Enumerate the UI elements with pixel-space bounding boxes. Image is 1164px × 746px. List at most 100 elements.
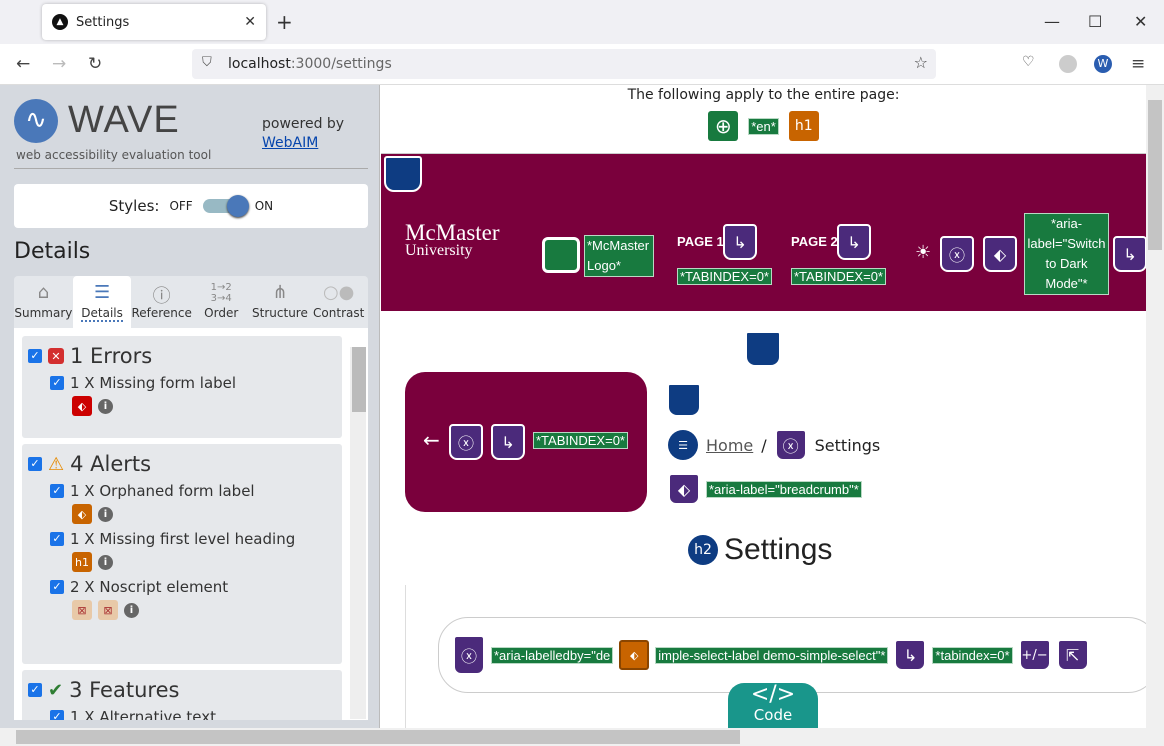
tabindex-label: *tabindex=0*: [932, 646, 1013, 664]
item-checkbox[interactable]: ✓: [50, 580, 64, 594]
button-icon[interactable]: ⓧ: [774, 429, 807, 461]
info-icon[interactable]: i: [98, 554, 113, 570]
button-icon[interactable]: ⓧ: [449, 424, 483, 460]
shield-icon[interactable]: ⛉: [202, 55, 212, 70]
nav-landmark-icon[interactable]: [667, 383, 701, 417]
orphaned-label-icon[interactable]: ⬖: [619, 640, 650, 670]
features-checkbox[interactable]: ✓: [28, 683, 42, 697]
tab-contrast[interactable]: ○● Contrast: [309, 276, 368, 328]
aria-label-icon[interactable]: ⬖: [983, 236, 1017, 272]
image-alt-icon[interactable]: [542, 237, 580, 273]
divider: [405, 585, 406, 728]
info-icon[interactable]: i: [98, 506, 113, 522]
nav-page2-link[interactable]: PAGE 2: [791, 234, 838, 249]
structure-icon: ⋔: [272, 282, 288, 303]
breadcrumb-current: Settings: [814, 435, 881, 455]
h1-missing-icon[interactable]: h1: [72, 552, 92, 572]
back-arrow-icon[interactable]: ←: [423, 428, 440, 452]
features-group: ✓ ✔ 3 Features ✓ 1 X Alternative text: [22, 670, 342, 720]
tab-details[interactable]: ☰ Details: [72, 276, 132, 328]
url-host: localhost: [228, 56, 291, 72]
main-landmark-icon[interactable]: [745, 331, 781, 367]
close-window-button[interactable]: ✕: [1134, 12, 1147, 31]
list-icon: ☰: [94, 282, 111, 303]
item-checkbox[interactable]: ✓: [50, 532, 64, 546]
alerts-title: 4 Alerts: [70, 452, 152, 476]
order-icon: 1→2 3→4: [210, 282, 232, 304]
item-checkbox[interactable]: ✓: [50, 710, 64, 720]
reload-button[interactable]: ↻: [88, 54, 102, 74]
back-button[interactable]: ←: [16, 54, 30, 74]
errors-checkbox[interactable]: ✓: [28, 349, 42, 363]
aria-breadcrumb-label: *aria-label="breadcrumb"*: [706, 481, 862, 498]
h1-missing-icon[interactable]: h1: [788, 111, 819, 141]
mcmaster-logo[interactable]: McMaster University: [405, 221, 500, 260]
menu-icon[interactable]: ≡: [1131, 54, 1145, 74]
nav-page1-link[interactable]: PAGE 1: [677, 234, 724, 249]
code-toggle-button[interactable]: </> Code: [728, 683, 818, 728]
webaim-link[interactable]: WebAIM: [262, 135, 318, 151]
link-icon[interactable]: ↳: [837, 224, 871, 260]
header-landmark-icon[interactable]: [384, 156, 422, 192]
popup-icon[interactable]: ⇱: [1056, 639, 1089, 671]
aria-labelledby-label: *aria-labelledby="de: [491, 646, 614, 664]
orphaned-label-icon[interactable]: ⬖: [72, 504, 92, 524]
url-path: :3000/settings: [290, 56, 392, 72]
theme-sun-icon[interactable]: ☀: [915, 242, 931, 263]
breadcrumb-home-link[interactable]: Home: [706, 436, 753, 455]
noscript-icon[interactable]: ⊠: [72, 600, 92, 620]
new-tab-button[interactable]: +: [276, 10, 293, 34]
on-label: ON: [254, 199, 274, 213]
button-icon[interactable]: ⓧ: [940, 236, 974, 272]
browser-tab[interactable]: ▲ Settings ✕: [42, 4, 266, 40]
aria-label-icon[interactable]: ⬖: [668, 473, 700, 505]
pocket-icon[interactable]: ♡: [1022, 54, 1035, 70]
extension-icon[interactable]: [1059, 55, 1077, 73]
tab-summary[interactable]: ⌂ Summary: [14, 276, 73, 328]
tab-order[interactable]: 1→2 3→4 Order: [192, 276, 251, 328]
tab-reference[interactable]: ⓘ Reference: [131, 276, 191, 328]
item-checkbox[interactable]: ✓: [50, 484, 64, 498]
maximize-button[interactable]: ☐: [1088, 12, 1102, 31]
tab-label: Contrast: [313, 306, 365, 320]
bookmark-star-icon[interactable]: ☆: [914, 53, 928, 72]
missing-label-icon[interactable]: ⬖: [72, 396, 92, 416]
page-horizontal-scrollbar-thumb[interactable]: [16, 730, 740, 744]
wave-extension-icon[interactable]: W: [1094, 55, 1112, 73]
code-label: Code: [753, 706, 793, 724]
list-icon[interactable]: ☰: [668, 430, 698, 460]
page-vertical-scrollbar-thumb[interactable]: [1148, 100, 1162, 250]
link-icon[interactable]: ↳: [1113, 236, 1146, 272]
wave-title: WAVE: [68, 99, 180, 141]
language-globe-icon[interactable]: ⊕: [708, 111, 739, 141]
features-title: 3 Features: [69, 678, 180, 702]
noscript-icon[interactable]: ⊠: [98, 600, 118, 620]
forward-button[interactable]: →: [52, 54, 66, 74]
minimize-button[interactable]: —: [1044, 12, 1060, 31]
alert-item: 1 X Orphaned form label: [70, 482, 255, 500]
item-checkbox[interactable]: ✓: [50, 376, 64, 390]
address-bar[interactable]: ⛉ localhost:3000/settings ☆: [192, 49, 936, 79]
form-label-error-icon[interactable]: ⓧ: [453, 635, 485, 675]
alerts-checkbox[interactable]: ✓: [28, 457, 42, 471]
h2-icon[interactable]: h2: [688, 535, 718, 565]
tab-structure[interactable]: ⋔ Structure: [251, 276, 310, 328]
apply-text: The following apply to the entire page:: [627, 87, 900, 103]
page-heading: h2 Settings: [688, 533, 832, 567]
info-icon[interactable]: i: [98, 398, 113, 414]
link-icon[interactable]: ↳: [491, 424, 525, 460]
styles-toggle-panel: Styles: OFF ON: [14, 184, 368, 228]
styles-toggle[interactable]: [202, 195, 249, 217]
wave-subtitle: web accessibility evaluation tool: [16, 148, 212, 162]
tab-label: Summary: [14, 306, 73, 320]
code-icon: </>: [750, 682, 796, 707]
tabindex-label: *TABINDEX=0*: [533, 432, 628, 449]
expand-collapse-icon[interactable]: +/−: [1018, 639, 1051, 671]
info-icon[interactable]: i: [124, 602, 139, 618]
tab-label: Reference: [131, 306, 192, 320]
link-icon[interactable]: ↳: [723, 224, 757, 260]
details-scrollbar-thumb[interactable]: [352, 347, 366, 412]
close-tab-icon[interactable]: ✕: [244, 14, 256, 30]
link-icon[interactable]: ↳: [894, 639, 927, 671]
wave-logo-icon: ∿: [14, 99, 58, 143]
